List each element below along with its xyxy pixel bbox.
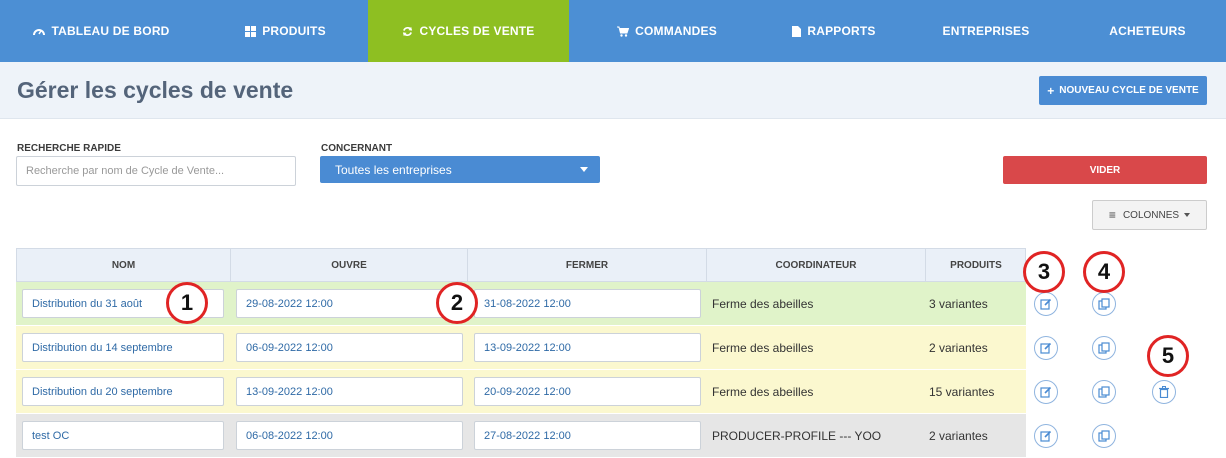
- edit-button[interactable]: [1034, 380, 1058, 404]
- coordinator-cell: PRODUCER-PROFILE --- YOO: [712, 429, 882, 443]
- annotation-badge: 3: [1023, 251, 1065, 293]
- closes-field[interactable]: 20-09-2022 12:00: [474, 377, 701, 406]
- nav-label: COMMANDES: [635, 24, 717, 38]
- page-title: Gérer les cycles de vente: [17, 77, 294, 103]
- copy-icon: [1098, 430, 1110, 442]
- column-header-opens[interactable]: OUVRE: [231, 249, 468, 282]
- search-input[interactable]: [16, 156, 296, 186]
- products-cell[interactable]: 2 variantes: [929, 414, 988, 458]
- clone-button[interactable]: [1092, 292, 1116, 316]
- menu-icon: ≡: [1108, 208, 1116, 222]
- cart-icon: [617, 26, 630, 37]
- edit-icon: [1040, 386, 1052, 398]
- column-header-products[interactable]: PRODUITS: [926, 249, 1026, 282]
- search-label: RECHERCHE RAPIDE: [17, 143, 121, 154]
- new-sales-cycle-label: NOUVEAU CYCLE DE VENTE: [1059, 85, 1199, 96]
- opens-field[interactable]: 06-08-2022 12:00: [236, 421, 463, 450]
- main-nav: TABLEAU DE BORD PRODUITS CYCLES DE VENTE…: [0, 0, 1226, 69]
- clone-button[interactable]: [1092, 424, 1116, 448]
- nav-buyers[interactable]: ACHETEURS: [1069, 0, 1226, 62]
- new-sales-cycle-button[interactable]: + NOUVEAU CYCLE DE VENTE: [1039, 76, 1207, 105]
- concerning-label: CONCERNANT: [321, 143, 393, 154]
- edit-icon: [1040, 342, 1052, 354]
- caret-down-icon: [580, 167, 588, 172]
- caret-down-icon: [1184, 213, 1191, 217]
- coordinator-cell: Ferme des abeilles: [712, 297, 814, 311]
- nav-label: ENTREPRISES: [942, 24, 1030, 38]
- table-row: Distribution du 20 septembre 13-09-2022 …: [16, 370, 1026, 414]
- nav-products[interactable]: PRODUITS: [203, 0, 368, 62]
- edit-button[interactable]: [1034, 292, 1058, 316]
- column-header-closes[interactable]: FERMER: [468, 249, 707, 282]
- copy-icon: [1098, 386, 1110, 398]
- closes-field[interactable]: 13-09-2022 12:00: [474, 333, 701, 362]
- clear-button[interactable]: VIDER: [1003, 156, 1207, 184]
- edit-icon: [1040, 298, 1052, 310]
- nav-label: PRODUITS: [262, 24, 326, 38]
- nav-label: RAPPORTS: [807, 24, 876, 38]
- file-icon: [792, 25, 802, 37]
- products-cell[interactable]: 2 variantes: [929, 326, 988, 370]
- products-cell[interactable]: 3 variantes: [929, 282, 988, 326]
- nav-label: TABLEAU DE BORD: [51, 24, 170, 38]
- products-cell[interactable]: 15 variantes: [929, 370, 994, 414]
- nav-companies[interactable]: ENTREPRISES: [903, 0, 1069, 62]
- name-field[interactable]: test OC: [22, 421, 224, 450]
- name-field[interactable]: Distribution du 20 septembre: [22, 377, 224, 406]
- name-field[interactable]: Distribution du 14 septembre: [22, 333, 224, 362]
- annotation-badge: 4: [1083, 251, 1125, 293]
- opens-field[interactable]: 29-08-2022 12:00: [236, 289, 463, 318]
- columns-button[interactable]: ≡ COLONNES: [1092, 200, 1207, 230]
- nav-dashboard[interactable]: TABLEAU DE BORD: [0, 0, 203, 62]
- plus-icon: +: [1047, 83, 1055, 98]
- nav-label: CYCLES DE VENTE: [419, 24, 535, 38]
- table-row: Distribution du 14 septembre 06-09-2022 …: [16, 326, 1026, 370]
- opens-field[interactable]: 06-09-2022 12:00: [236, 333, 463, 362]
- clone-button[interactable]: [1092, 336, 1116, 360]
- trash-icon: [1159, 386, 1169, 398]
- company-select[interactable]: Toutes les entreprises: [320, 156, 600, 183]
- edit-button[interactable]: [1034, 336, 1058, 360]
- edit-button[interactable]: [1034, 424, 1058, 448]
- delete-button[interactable]: [1152, 380, 1176, 404]
- nav-reports[interactable]: RAPPORTS: [765, 0, 903, 62]
- table-header: NOM OUVRE FERMER COORDINATEUR PRODUITS: [16, 248, 1026, 282]
- edit-icon: [1040, 430, 1052, 442]
- table-row: test OC 06-08-2022 12:00 27-08-2022 12:0…: [16, 414, 1026, 458]
- grid-icon: [245, 25, 257, 37]
- copy-icon: [1098, 298, 1110, 310]
- clone-button[interactable]: [1092, 380, 1116, 404]
- title-bar: Gérer les cycles de vente + NOUVEAU CYCL…: [0, 62, 1226, 119]
- nav-label: ACHETEURS: [1109, 24, 1186, 38]
- column-header-name[interactable]: NOM: [17, 249, 231, 282]
- annotation-badge: 5: [1147, 335, 1189, 377]
- closes-field[interactable]: 27-08-2022 12:00: [474, 421, 701, 450]
- copy-icon: [1098, 342, 1110, 354]
- company-select-value: Toutes les entreprises: [335, 162, 452, 177]
- nav-orders[interactable]: COMMANDES: [569, 0, 765, 62]
- dashboard-icon: [33, 26, 46, 36]
- opens-field[interactable]: 13-09-2022 12:00: [236, 377, 463, 406]
- refresh-icon: [402, 26, 413, 37]
- annotation-badge: 1: [166, 282, 208, 324]
- nav-sales-cycles[interactable]: CYCLES DE VENTE: [368, 0, 569, 69]
- coordinator-cell: Ferme des abeilles: [712, 341, 814, 355]
- columns-label: COLONNES: [1122, 209, 1180, 221]
- coordinator-cell: Ferme des abeilles: [712, 385, 814, 399]
- closes-field[interactable]: 31-08-2022 12:00: [474, 289, 701, 318]
- column-header-coordinator[interactable]: COORDINATEUR: [707, 249, 926, 282]
- annotation-badge: 2: [436, 282, 478, 324]
